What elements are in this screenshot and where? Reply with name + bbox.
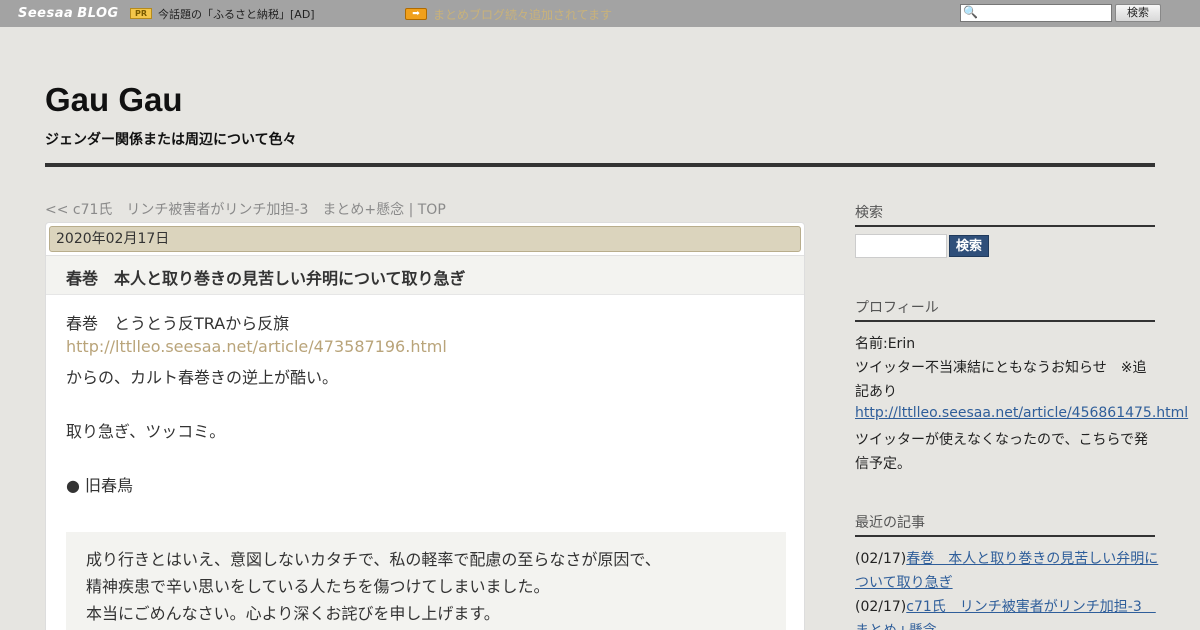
- recent-post-link[interactable]: c71氏 リンチ被害者がリンチ加担-3: [906, 599, 1155, 615]
- recent-post-link-cont[interactable]: ついて取り急ぎ: [855, 572, 953, 592]
- recent-post-link[interactable]: 春巻 本人と取り巻きの見苦しい弁明に: [906, 551, 1158, 567]
- quote-line-1: 成り行きとはいえ、意図しないカタチで、私の軽率で配慮の至らなさが原因で、: [86, 550, 661, 569]
- top-search-input[interactable]: 🔍: [960, 4, 1112, 22]
- recent-post-date: (02/17): [855, 551, 907, 567]
- profile-after-line-1: ツイッターが使えなくなったので、こちらで発: [855, 432, 1149, 448]
- article: 2020年02月17日 春巻 本人と取り巻きの見苦しい弁明について取り急ぎ 春巻…: [45, 222, 805, 630]
- top-bar: Seesaa BLOG PR 今話題の「ふるさと納税」[AD] ➡ まとめブログ続…: [0, 0, 1200, 27]
- top-link[interactable]: TOP: [418, 202, 446, 218]
- recent-post-item: (02/17)春巻 本人と取り巻きの見苦しい弁明に: [855, 548, 1158, 568]
- article-date: 2020年02月17日: [49, 226, 801, 252]
- search-icon: 🔍: [963, 5, 978, 19]
- recent-post-link-cont[interactable]: まとめ+懸念: [855, 620, 937, 630]
- site-description: ジェンダー関係または周辺について色々: [45, 132, 297, 148]
- seesaa-blog-logo[interactable]: Seesaa BLOG: [18, 6, 119, 21]
- article-line-2: からの、カルト春巻きの逆上が酷い。: [66, 368, 339, 387]
- recent-post-item: (02/17)c71氏 リンチ被害者がリンチ加担-3: [855, 596, 1156, 616]
- profile-after-line-2: 信予定。: [855, 456, 911, 472]
- news-ticker-link[interactable]: まとめブログ続々追加されてます: [433, 6, 612, 23]
- blockquote: 成り行きとはいえ、意図しないカタチで、私の軽率で配慮の至らなさが原因で、 精神疾…: [66, 532, 786, 630]
- article-line-1: 春巻 とうとう反TRAから反旗: [66, 314, 290, 333]
- article-title-band: 春巻 本人と取り巻きの見苦しい弁明について取り急ぎ: [46, 255, 804, 295]
- profile-notice-line-1: ツイッター不当凍結にともなうお知らせ ※追: [855, 360, 1147, 376]
- top-search-button[interactable]: 検索: [1115, 4, 1161, 22]
- recent-posts-heading: 最近の記事: [855, 512, 1155, 537]
- pr-badge: PR: [130, 8, 152, 19]
- profile-link[interactable]: http://lttlleo.seesaa.net/article/456861…: [855, 405, 1188, 421]
- quote-line-2: 精神疾患で辛い思いをしている人たちを傷つけてしまいました。: [86, 577, 550, 596]
- logo-seesaa-text: Seesaa: [18, 6, 74, 21]
- sidebar-search-input[interactable]: [855, 234, 947, 258]
- sidebar-search-button[interactable]: 検索: [949, 235, 989, 257]
- article-link-1[interactable]: http://lttlleo.seesaa.net/article/473587…: [66, 337, 447, 356]
- nav-separator: |: [404, 202, 418, 218]
- profile-name: 名前:Erin: [855, 336, 916, 352]
- article-title[interactable]: 春巻 本人と取り巻きの見苦しい弁明について取り急ぎ: [66, 265, 466, 289]
- logo-blog-text: BLOG: [77, 6, 119, 21]
- header-divider: [45, 163, 1155, 167]
- prev-article-link[interactable]: << c71氏 リンチ被害者がリンチ加担-3 まとめ+懸念: [45, 202, 404, 218]
- arrow-right-icon: ➡: [405, 8, 427, 20]
- post-navigation: << c71氏 リンチ被害者がリンチ加担-3 まとめ+懸念 | TOP: [45, 199, 446, 219]
- profile-notice-line-2: 記あり: [855, 384, 897, 400]
- pr-ad-link[interactable]: 今話題の「ふるさと納税」[AD]: [158, 6, 315, 22]
- site-title[interactable]: Gau Gau: [45, 81, 183, 119]
- quote-line-3: 本当にごめんなさい。心より深くお詫びを申し上げます。: [86, 604, 500, 623]
- sidebar-search-heading: 検索: [855, 202, 1155, 227]
- article-line-4: ● 旧春鳥: [66, 476, 134, 495]
- recent-post-date: (02/17): [855, 599, 907, 615]
- profile-heading: プロフィール: [855, 297, 1155, 322]
- article-line-3: 取り急ぎ、ツッコミ。: [66, 422, 226, 441]
